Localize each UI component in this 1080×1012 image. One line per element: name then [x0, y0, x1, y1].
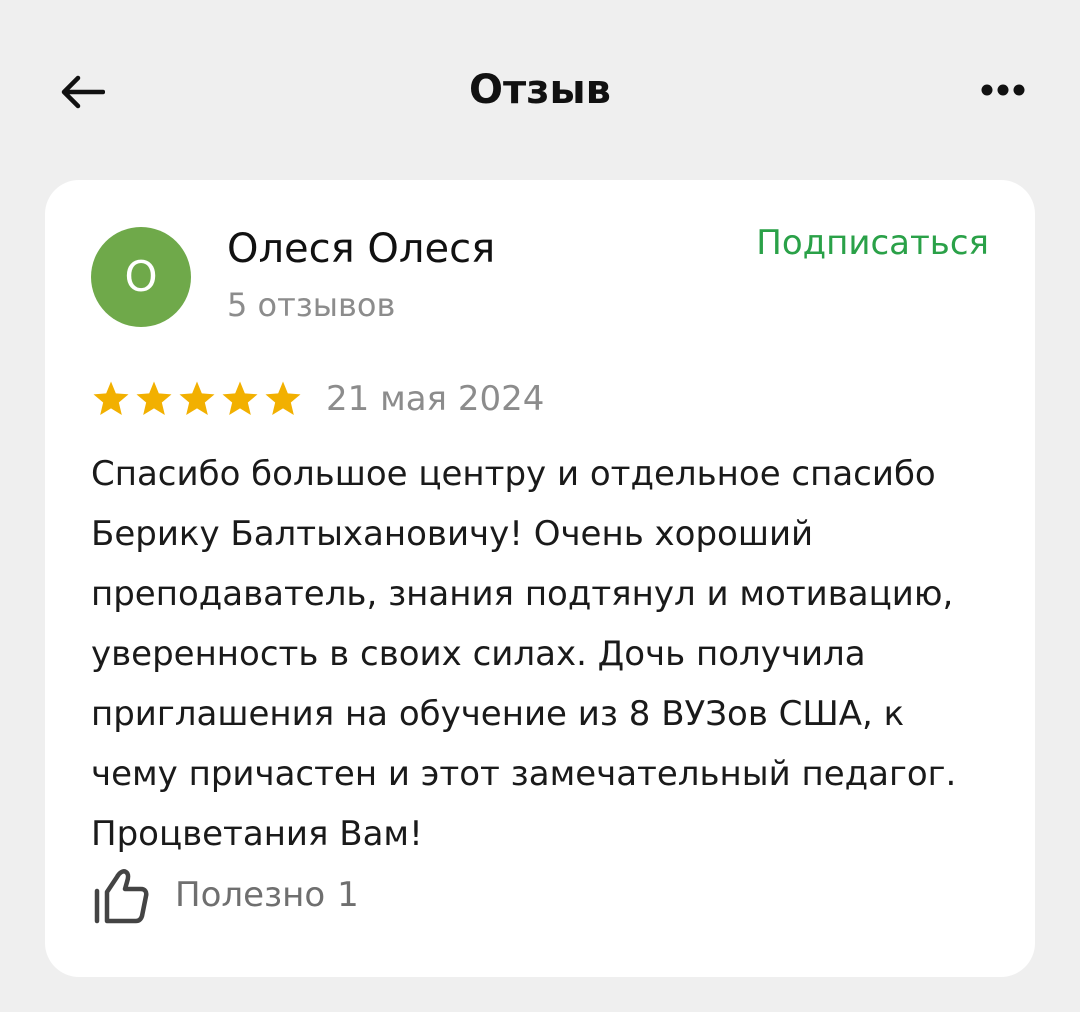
author-name[interactable]: Олеся Олеся [227, 224, 495, 274]
star-icon [222, 381, 258, 415]
author-review-count: 5 отзывов [227, 286, 396, 324]
helpful-button[interactable]: Полезно 1 [91, 860, 359, 930]
page-title: Отзыв [469, 67, 611, 113]
top-bar: Отзыв [0, 0, 1080, 180]
star-rating [91, 379, 306, 419]
star-icon [93, 381, 129, 415]
helpful-count: 1 [337, 875, 359, 915]
thumbs-up-icon [94, 869, 149, 924]
helpful-label: Полезно [175, 875, 326, 915]
more-button[interactable] [968, 62, 1038, 118]
review-date: 21 мая 2024 [326, 379, 545, 419]
back-button[interactable] [52, 62, 112, 122]
review-card: О Олеся Олеся 5 отзывов Подписаться 21 м… [45, 180, 1035, 977]
review-text: Спасибо большое центру и отдельное спаси… [91, 454, 957, 854]
subscribe-button[interactable]: Подписаться [756, 220, 989, 266]
star-icon [265, 381, 301, 415]
rating-row: 21 мая 2024 [91, 374, 544, 424]
avatar[interactable]: О [91, 227, 191, 327]
star-icon [136, 381, 172, 415]
more-horizontal-icon [981, 84, 1025, 96]
arrow-left-icon [61, 75, 105, 109]
star-icon [179, 381, 215, 415]
